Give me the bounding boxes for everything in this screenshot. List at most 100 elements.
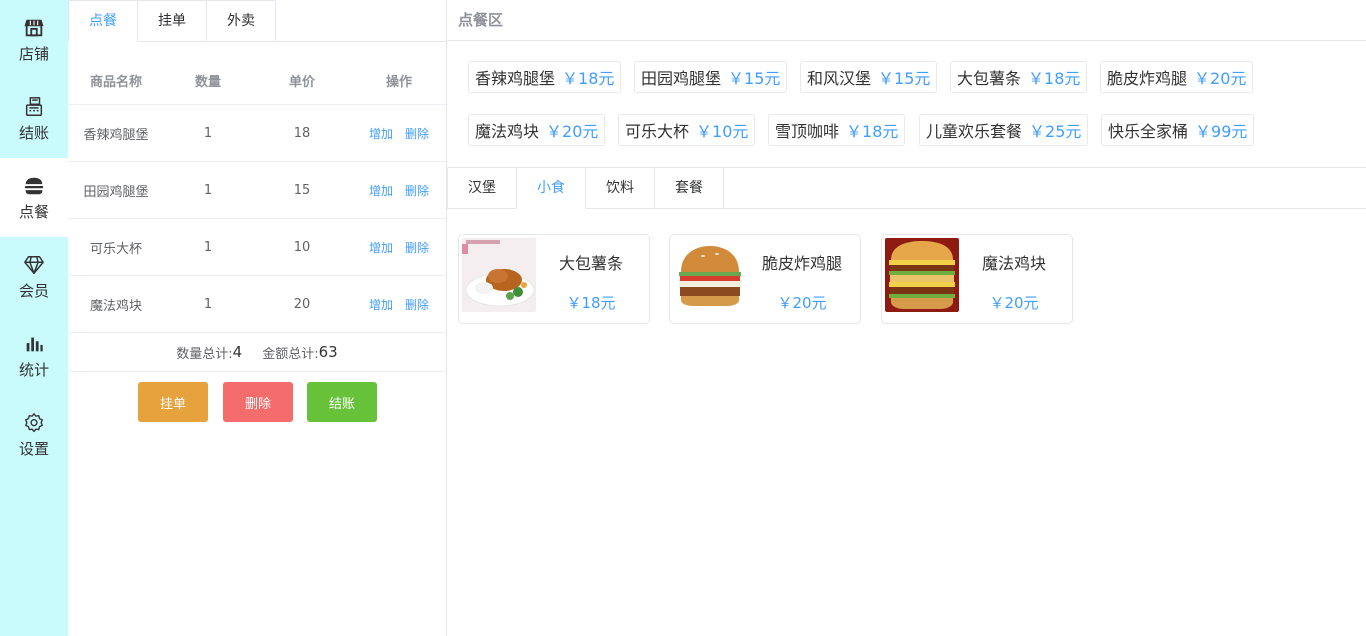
food-card[interactable]: 魔法鸡块 ￥20元 <box>881 234 1073 324</box>
item-name: 可乐大杯 <box>89 241 142 257</box>
row-actions: 增加 删除 <box>352 125 446 142</box>
quick-item-price: ￥20元 <box>1194 69 1247 88</box>
item-price: 20 <box>293 296 311 312</box>
quick-item[interactable]: 魔法鸡块 ￥20元 <box>468 114 606 146</box>
quick-item-price: ￥20元 <box>546 122 599 141</box>
item-price: 10 <box>293 239 311 255</box>
item-price: 15 <box>293 182 311 198</box>
remove-button[interactable]: 删除 <box>405 184 429 198</box>
quick-item-price: ￥18元 <box>562 69 615 88</box>
item-qty: 1 <box>203 296 213 312</box>
quick-item-price: ￥10元 <box>696 122 749 141</box>
tab-order[interactable]: 点餐 <box>68 0 138 42</box>
tab-takeout[interactable]: 外卖 <box>207 0 276 42</box>
quick-item-price: ￥18元 <box>1028 69 1081 88</box>
add-button[interactable]: 增加 <box>369 298 393 312</box>
quick-item-name: 脆皮炸鸡腿 <box>1107 69 1188 88</box>
quick-item[interactable]: 田园鸡腿堡 ￥15元 <box>634 61 788 93</box>
food-name: 脆皮炸鸡腿 <box>761 254 842 273</box>
sidebar-item-label: 点餐 <box>18 202 49 221</box>
remove-button[interactable]: 删除 <box>405 127 429 141</box>
tab-burger[interactable]: 汉堡 <box>447 167 517 209</box>
order-totals: 数量总计: 4 金额总计: 63 <box>68 333 446 372</box>
quick-item-price: ￥18元 <box>846 122 899 141</box>
quick-item-name: 儿童欢乐套餐 <box>926 122 1023 141</box>
order-table: 商品名称 数量 单价 操作 香辣鸡腿堡 1 18 增加 删除 田园鸡腿堡 1 15… <box>68 56 446 333</box>
order-panel: 点餐 挂单 外卖 商品名称 数量 单价 操作 香辣鸡腿堡 1 18 增加 删除 田… <box>68 0 447 636</box>
column-header: 操作 <box>385 74 412 90</box>
hang-order-button[interactable]: 挂单 <box>138 382 208 422</box>
sidebar-item-checkout[interactable]: 结账 <box>0 79 68 158</box>
quick-item-name: 大包薯条 <box>957 69 1022 88</box>
menu-area-title: 点餐区 <box>458 11 504 29</box>
delete-order-button[interactable]: 删除 <box>223 382 293 422</box>
qty-total-value: 4 <box>232 343 243 361</box>
quick-item[interactable]: 雪顶咖啡 ￥18元 <box>768 114 906 146</box>
menu-area: 点餐区 香辣鸡腿堡 ￥18元 田园鸡腿堡 ￥15元 和风汉堡 ￥15元 大包薯条 ￥18… <box>447 0 1366 636</box>
quick-item-name: 快乐全家桶 <box>1108 122 1189 141</box>
tab-snacks[interactable]: 小食 <box>517 167 586 209</box>
quick-item[interactable]: 儿童欢乐套餐 ￥25元 <box>919 114 1089 146</box>
order-tabs: 点餐 挂单 外卖 <box>68 0 276 42</box>
app-root: 店铺 结账 点餐 会员 统计 设置 点餐 挂单 外卖 商品名称 数量 单价 操作… <box>0 0 1366 636</box>
quick-item-price: ￥15元 <box>728 69 781 88</box>
remove-button[interactable]: 删除 <box>405 298 429 312</box>
quick-item[interactable]: 大包薯条 ￥18元 <box>950 61 1088 93</box>
quick-item-price: ￥25元 <box>1029 122 1082 141</box>
food-image <box>885 238 959 312</box>
column-header: 数量 <box>194 74 221 90</box>
sidebar-item-order[interactable]: 点餐 <box>0 158 68 237</box>
table-header: 商品名称 数量 单价 操作 <box>68 56 446 105</box>
add-button[interactable]: 增加 <box>369 241 393 255</box>
item-qty: 1 <box>203 239 213 255</box>
quick-item-name: 和风汉堡 <box>807 69 872 88</box>
item-name: 香辣鸡腿堡 <box>83 127 149 143</box>
quick-item-name: 魔法鸡块 <box>475 122 540 141</box>
add-button[interactable]: 增加 <box>369 184 393 198</box>
tab-combo[interactable]: 套餐 <box>655 167 724 209</box>
row-actions: 增加 删除 <box>352 182 446 199</box>
add-button[interactable]: 增加 <box>369 127 393 141</box>
sidebar-item-label: 结账 <box>18 123 49 142</box>
table-row: 魔法鸡块 1 20 增加 删除 <box>68 276 446 333</box>
quick-item[interactable]: 可乐大杯 ￥10元 <box>618 114 756 146</box>
diamond-icon <box>24 255 44 274</box>
table-row: 香辣鸡腿堡 1 18 增加 删除 <box>68 105 446 162</box>
quick-item-name: 田园鸡腿堡 <box>641 69 722 88</box>
quick-item-name: 香辣鸡腿堡 <box>475 69 556 88</box>
remove-button[interactable]: 删除 <box>405 241 429 255</box>
tab-drinks[interactable]: 饮料 <box>586 167 655 209</box>
quick-item[interactable]: 脆皮炸鸡腿 ￥20元 <box>1100 61 1254 93</box>
sidebar-item-stats[interactable]: 统计 <box>0 316 68 395</box>
row-actions: 增加 删除 <box>352 239 446 256</box>
sidebar-item-store[interactable]: 店铺 <box>0 0 68 79</box>
sidebar: 店铺 结账 点餐 会员 统计 设置 <box>0 0 68 636</box>
amount-total-label: 金额总计: <box>262 346 319 362</box>
category-tabs: 汉堡 小食 饮料 套餐 <box>447 167 724 209</box>
food-name: 大包薯条 <box>558 254 623 273</box>
table-row: 田园鸡腿堡 1 15 增加 删除 <box>68 162 446 219</box>
food-price: ￥20元 <box>989 294 1039 312</box>
column-header: 单价 <box>288 74 315 90</box>
quick-item[interactable]: 和风汉堡 ￥15元 <box>800 61 938 93</box>
column-header: 商品名称 <box>89 74 142 90</box>
quick-item-name: 可乐大杯 <box>625 122 690 141</box>
row-actions: 增加 删除 <box>352 296 446 313</box>
item-name: 魔法鸡块 <box>89 298 142 314</box>
sidebar-item-label: 会员 <box>18 281 49 300</box>
tab-hang[interactable]: 挂单 <box>138 0 207 42</box>
food-card[interactable]: 大包薯条 ￥18元 <box>458 234 650 324</box>
quick-item[interactable]: 快乐全家桶 ￥99元 <box>1101 114 1255 146</box>
sidebar-item-member[interactable]: 会员 <box>0 237 68 316</box>
quick-item[interactable]: 香辣鸡腿堡 ￥18元 <box>468 61 622 93</box>
checkout-button[interactable]: 结账 <box>307 382 377 422</box>
cash-register-icon <box>25 96 43 116</box>
sidebar-item-settings[interactable]: 设置 <box>0 395 68 474</box>
sidebar-item-label: 设置 <box>18 439 49 458</box>
store-icon <box>24 19 44 36</box>
bar-chart-icon <box>26 337 43 351</box>
gear-icon <box>25 412 43 432</box>
amount-total-value: 63 <box>318 343 338 361</box>
food-card[interactable]: 脆皮炸鸡腿 ￥20元 <box>669 234 861 324</box>
qty-total-label: 数量总计: <box>176 346 233 362</box>
